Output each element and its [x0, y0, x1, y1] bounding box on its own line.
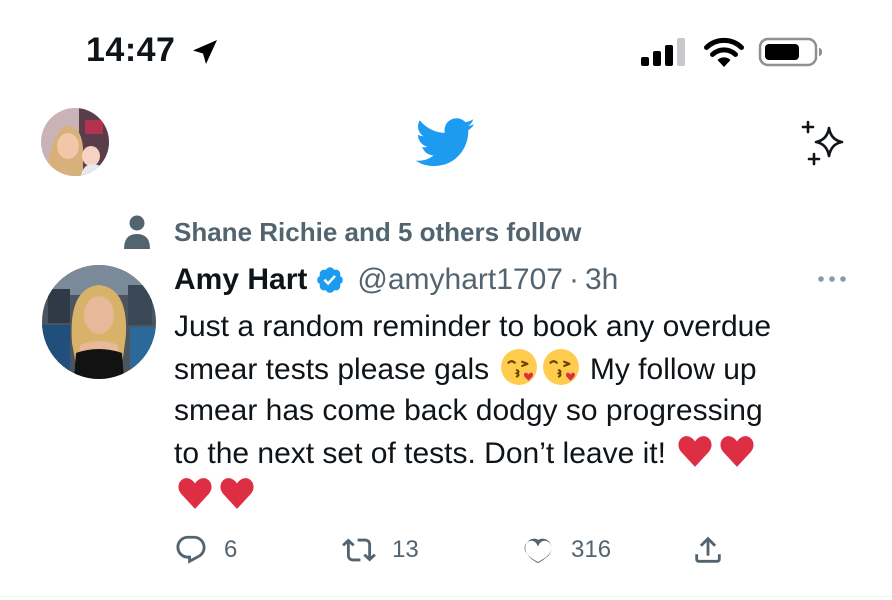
like-count: 316	[571, 536, 612, 563]
author-name[interactable]: Amy Hart	[174, 260, 307, 300]
status-time: 14:47	[86, 31, 176, 69]
tweet-text-line: smear tests please gals My follow up	[174, 348, 854, 390]
author-avatar[interactable]	[42, 265, 156, 379]
person-icon	[124, 215, 150, 249]
red-heart-emoji	[178, 478, 212, 509]
red-heart-emoji	[678, 436, 712, 467]
location-arrow-icon	[193, 40, 217, 64]
red-heart-emoji	[720, 436, 754, 467]
share-button[interactable]	[691, 533, 725, 567]
sparkle-icon[interactable]	[800, 119, 850, 167]
heart-icon	[524, 538, 552, 564]
retweet-button[interactable]: 13	[342, 533, 419, 567]
tweet-text-line: smear has come back dodgy so progressing	[174, 394, 763, 427]
red-heart-emoji	[220, 478, 254, 509]
author-handle[interactable]: @amyhart1707	[357, 260, 563, 300]
retweet-count: 13	[392, 536, 419, 563]
profile-avatar-image	[41, 108, 109, 176]
like-button[interactable]: 316	[521, 533, 611, 567]
twitter-bird-icon[interactable]	[416, 118, 476, 168]
wifi-icon	[704, 37, 744, 67]
tweet-header: Amy Hart @amyhart1707 · 3h	[174, 260, 618, 300]
verified-badge-icon	[317, 267, 344, 293]
divider	[0, 596, 892, 597]
kissing-face-heart-emoji	[542, 349, 579, 385]
retweet-icon	[342, 538, 376, 562]
author-avatar-image	[42, 265, 156, 379]
tweet-text: Just a random reminder to book any overd…	[174, 306, 854, 516]
kissing-face-heart-emoji	[500, 349, 537, 385]
reply-icon	[176, 535, 206, 564]
tweet-timestamp[interactable]: 3h	[585, 260, 618, 300]
profile-avatar[interactable]	[41, 108, 109, 176]
reply-count: 6	[224, 536, 238, 563]
social-context-label[interactable]: Shane Richie and 5 others follow	[174, 215, 581, 249]
separator-dot: ·	[568, 263, 579, 296]
tweet-text-line	[174, 474, 854, 516]
tweet-text-line: to the next set of tests. Don’t leave it…	[174, 432, 854, 474]
reply-button[interactable]: 6	[174, 533, 237, 567]
cellular-signal-icon	[641, 38, 685, 66]
battery-icon	[758, 37, 822, 67]
tweet-text-line: Just a random reminder to book any overd…	[174, 310, 771, 343]
more-options-icon[interactable]	[816, 274, 848, 284]
share-icon	[695, 536, 721, 563]
